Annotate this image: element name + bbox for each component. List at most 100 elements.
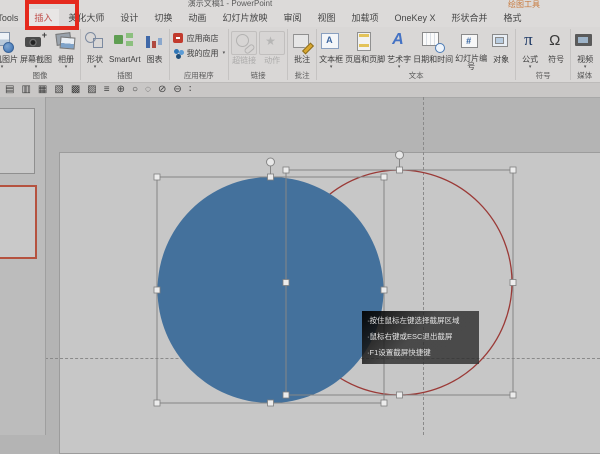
photo-album-button[interactable]: 相册▾: [53, 28, 79, 70]
ribbon-group-name: 媒体: [571, 70, 598, 81]
hyperlink-icon: [231, 31, 257, 55]
ribbon-group-name: 图像: [0, 70, 80, 81]
ribbon-group-name: 文本: [317, 70, 515, 81]
text-box-button[interactable]: 文本框▾: [318, 28, 344, 70]
action-icon: [259, 31, 285, 55]
panel-separator: [45, 97, 46, 435]
chart-label: 图表: [147, 55, 163, 64]
ribbon-group-1: 形状▾SmartArt 图表插图: [81, 27, 169, 82]
online-picture-button[interactable]: 联机图片▾: [0, 28, 19, 70]
tooltip-line-2: ·鼠标右键或ESC退出截屏: [367, 329, 479, 345]
online-picture-label: 联机图片: [0, 55, 18, 64]
align-left-icon[interactable]: ▤: [5, 84, 14, 95]
ribbon: 联机图片▾屏幕截图▾相册▾图像形状▾SmartArt图表插图应用商店我的应用▾应…: [0, 27, 600, 83]
match-size-icon[interactable]: ⊕: [117, 84, 125, 95]
ribbon-group-name: 批注: [288, 70, 316, 81]
screenshot-button[interactable]: 屏幕截图▾: [19, 28, 53, 70]
tab-addins[interactable]: 加载项: [344, 9, 385, 27]
shapes-label: 形状: [87, 55, 103, 64]
symbol-button[interactable]: 符号: [543, 28, 569, 64]
screenshot-label: 屏幕截图: [20, 55, 52, 64]
tab-animations[interactable]: 动画: [181, 9, 213, 27]
shapes-button[interactable]: 形状▾: [82, 28, 108, 70]
ribbon-group-2: 应用商店我的应用▾ 应用程序: [170, 27, 229, 82]
vertical-guide[interactable]: [423, 97, 424, 435]
equation-button[interactable]: 公式▾: [517, 28, 543, 70]
slide-canvas[interactable]: [59, 152, 600, 454]
tab-onekey[interactable]: OneKey X: [388, 9, 443, 27]
tab-format[interactable]: 格式: [497, 9, 529, 27]
tooltip-line-3: ·F1设置截屏快捷键: [367, 345, 479, 361]
tab-view[interactable]: 视图: [310, 9, 342, 27]
align-center-icon[interactable]: ▥: [21, 84, 30, 95]
comment-button[interactable]: 批注: [289, 28, 315, 64]
my-apps-button[interactable]: 我的应用▾: [171, 48, 228, 59]
photo-album-label: 相册: [58, 55, 74, 64]
text-box-label: 文本框: [319, 55, 343, 64]
screenshot-icon: [24, 29, 48, 54]
align-top-icon[interactable]: ▧: [54, 84, 63, 95]
tab-design[interactable]: 设计: [113, 9, 145, 27]
video-button[interactable]: 视频▾: [572, 28, 598, 70]
tab-tools[interactable]: i Tools: [0, 9, 25, 27]
wordart-button[interactable]: 艺术字▾: [386, 28, 412, 70]
slide-thumbnail-2[interactable]: [0, 185, 37, 259]
ribbon-group-0: 联机图片▾屏幕截图▾相册▾图像: [0, 27, 80, 82]
ribbon-group-name: 链接: [229, 70, 287, 81]
horizontal-guide[interactable]: [45, 358, 600, 359]
ribbon-group-6: 公式▾符号符号: [516, 27, 570, 82]
comment-label: 批注: [294, 55, 310, 64]
tab-review[interactable]: 审阅: [276, 9, 308, 27]
ribbon-group-7: 视频▾媒体: [571, 27, 598, 82]
wordart-label: 艺术字: [387, 55, 411, 64]
my-apps-label: 我的应用: [187, 49, 219, 58]
hyperlink-label: 超链接: [232, 56, 256, 65]
equation-icon: [518, 29, 542, 54]
object-label: 对象: [493, 55, 509, 64]
object-icon: [489, 29, 513, 54]
app-store-button[interactable]: 应用商店: [171, 33, 228, 44]
slide-thumbnail-panel: [0, 97, 45, 435]
tab-row: i Tools插入美化大师设计切换动画幻灯片放映审阅视图加载项OneKey X形…: [0, 9, 600, 27]
more-tools-icon[interactable]: ∶: [189, 84, 192, 95]
distribute-icon[interactable]: ≡: [104, 84, 110, 95]
no-fill-tool-icon[interactable]: ⊘: [158, 84, 166, 95]
slide-number-label: 幻灯片编号: [455, 55, 487, 71]
equation-label: 公式: [522, 55, 538, 64]
chart-button[interactable]: 图表: [142, 28, 168, 64]
date-time-button[interactable]: 日期和时间: [412, 28, 454, 64]
title-bar: 演示文稿1 - PowerPoint 绘图工具: [0, 0, 600, 9]
object-button[interactable]: 对象: [488, 28, 514, 64]
ribbon-group-name: 符号: [516, 70, 570, 81]
circle-tool-icon[interactable]: ○: [132, 84, 138, 95]
header-footer-icon: [353, 29, 377, 54]
app-store-icon: [173, 33, 184, 44]
ribbon-group-4: 批注批注: [288, 27, 316, 82]
symbol-label: 符号: [548, 55, 564, 64]
align-right-icon[interactable]: ▦: [38, 84, 47, 95]
tab-shape-merge[interactable]: 形状合并: [445, 9, 495, 27]
tab-slideshow[interactable]: 幻灯片放映: [215, 9, 274, 27]
ribbon-group-name: 应用程序: [170, 70, 229, 81]
symbol-icon: [544, 29, 568, 54]
tab-transitions[interactable]: 切换: [147, 9, 179, 27]
header-footer-button[interactable]: 页眉和页脚: [344, 28, 386, 64]
align-middle-icon[interactable]: ▩: [71, 84, 80, 95]
ribbon-group-name: 插图: [81, 70, 169, 81]
slide-thumbnail-1[interactable]: [0, 108, 35, 174]
oval-tool-icon[interactable]: ◌: [145, 84, 151, 95]
action-button[interactable]: 动作: [258, 28, 286, 65]
smartart-button[interactable]: SmartArt: [108, 28, 142, 64]
date-time-icon: [421, 29, 445, 54]
hyperlink-button[interactable]: 超链接: [230, 28, 258, 65]
tooltip-line-1: ·按住鼠标左键选择截屏区域: [367, 313, 479, 329]
video-label: 视频: [577, 55, 593, 64]
comment-icon: [290, 29, 314, 54]
slide-number-button[interactable]: 幻灯片编号: [454, 28, 488, 71]
text-box-icon: [319, 29, 343, 54]
powerpoint-window: { "titlebar": { "app_title": "演示文稿1 - Po…: [0, 0, 600, 435]
subtract-tool-icon[interactable]: ⊖: [173, 84, 181, 95]
app-title: 演示文稿1 - PowerPoint: [140, 0, 320, 9]
align-bottom-icon[interactable]: ▨: [87, 84, 96, 95]
video-icon: [573, 29, 597, 54]
